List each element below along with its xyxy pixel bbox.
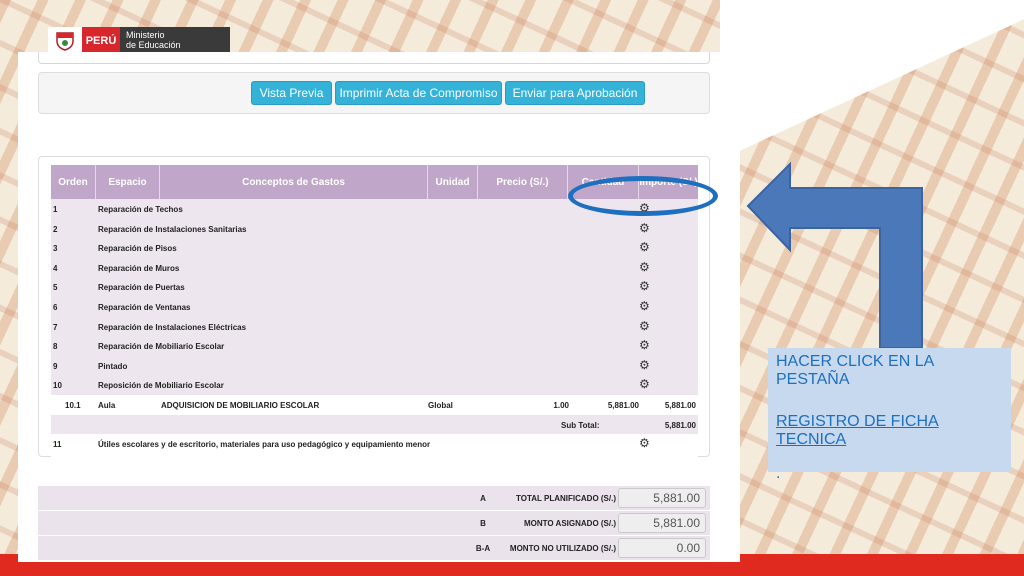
- unused-amount-row: B-A MONTO NO UTILIZADO (S/.) 0.00: [38, 536, 710, 560]
- assigned-amount-row: B MONTO ASIGNADO (S/.) 5,881.00: [38, 511, 710, 535]
- gear-icon[interactable]: ⚙: [639, 300, 650, 312]
- table-row: 8 Reparación de Mobiliario Escolar ⚙: [51, 336, 698, 356]
- gear-icon[interactable]: ⚙: [639, 261, 650, 273]
- table-row: 9 Pintado ⚙: [51, 356, 698, 376]
- total-label: TOTAL PLANIFICADO (S/.): [516, 494, 616, 503]
- row-concept: Reparación de Techos: [98, 205, 183, 214]
- row-concept: Reposición de Mobiliario Escolar: [98, 381, 224, 391]
- row-order: 2: [53, 224, 58, 234]
- subtotal-value: 5,881.00: [664, 420, 696, 430]
- detail-concept: ADQUISICION DE MOBILIARIO ESCOLAR: [161, 400, 320, 410]
- table-body: 1 Reparación de Techos ⚙ 2 Reparación de…: [51, 199, 698, 458]
- total-code: B-A: [475, 544, 491, 553]
- gear-icon[interactable]: ⚙: [639, 222, 650, 234]
- detail-unit: Global: [428, 400, 453, 410]
- row-order: 11: [53, 440, 62, 450]
- toolbar: Vista Previa Imprimir Acta de Compromiso…: [38, 72, 710, 114]
- detail-space: Aula: [98, 400, 116, 410]
- callout-line2: REGISTRO DE FICHA TECNICA: [776, 413, 939, 448]
- total-code: A: [480, 494, 486, 503]
- preview-button[interactable]: Vista Previa: [251, 81, 332, 105]
- column-header-unidad: Unidad: [428, 165, 478, 199]
- peru-shield-icon: [48, 27, 82, 54]
- row-concept: Reparación de Puertas: [98, 283, 185, 293]
- print-commitment-button[interactable]: Imprimir Acta de Compromiso: [335, 81, 502, 105]
- column-header-conceptos: Conceptos de Gastos: [160, 165, 428, 199]
- callout-line1: HACER CLICK EN LA PESTAÑA: [776, 353, 934, 388]
- total-code: B: [480, 519, 486, 528]
- row-order: 10: [53, 381, 62, 391]
- gear-icon[interactable]: ⚙: [639, 359, 650, 371]
- row-order: 4: [53, 263, 58, 273]
- table-row: 7 Reparación de Instalaciones Eléctricas…: [51, 317, 698, 337]
- subtotal-row: Sub Total: 5,881.00: [51, 414, 698, 435]
- column-header-espacio: Espacio: [96, 165, 160, 199]
- highlight-ellipse: [568, 176, 718, 216]
- detail-row: 10.1 Aula ADQUISICION DE MOBILIARIO ESCO…: [51, 394, 698, 415]
- row-concept: Útiles escolares y de escritorio, materi…: [98, 440, 431, 450]
- row-order: 5: [53, 283, 58, 293]
- detail-price: 5,881.00: [607, 400, 639, 410]
- gear-icon[interactable]: ⚙: [639, 437, 650, 449]
- detail-amount: 5,881.00: [664, 400, 696, 410]
- logo-ministry-line2: de Educación: [126, 40, 181, 50]
- subtotal-label: Sub Total:: [561, 420, 600, 430]
- total-label: MONTO NO UTILIZADO (S/.): [509, 544, 616, 553]
- pointer-arrow-icon: [746, 161, 923, 349]
- row-concept: Reparación de Instalaciones Sanitarias: [98, 224, 247, 234]
- ministry-logo: PERÚ Ministerio de Educación: [48, 27, 230, 54]
- table-row: 10 Reposición de Mobiliario Escolar ⚙: [51, 375, 698, 395]
- gear-icon[interactable]: ⚙: [639, 320, 650, 332]
- callout-line3: .: [776, 465, 781, 482]
- row-order: 7: [53, 322, 58, 332]
- row-order: 3: [53, 244, 58, 254]
- table-row: 5 Reparación de Puertas ⚙: [51, 277, 698, 297]
- logo-ministry-line1: Ministerio: [126, 30, 165, 40]
- table-row: 2 Reparación de Instalaciones Sanitarias…: [51, 219, 698, 239]
- column-header-precio: Precio (S/.): [478, 165, 568, 199]
- previous-panel-edge: [38, 52, 710, 64]
- row-concept: Reparación de Mobiliario Escolar: [98, 342, 225, 352]
- assigned-amount-field[interactable]: 5,881.00: [618, 513, 706, 533]
- totals-section: A TOTAL PLANIFICADO (S/.) 5,881.00 B MON…: [38, 486, 710, 561]
- unused-amount-field[interactable]: 0.00: [618, 538, 706, 558]
- detail-quantity: 1.00: [553, 400, 569, 410]
- send-approval-button[interactable]: Enviar para Aprobación: [505, 81, 645, 105]
- gear-icon[interactable]: ⚙: [639, 241, 650, 253]
- total-label: MONTO ASIGNADO (S/.): [524, 519, 616, 528]
- row-concept: Reparación de Instalaciones Eléctricas: [98, 322, 247, 332]
- column-header-orden: Orden: [51, 165, 96, 199]
- table-row: 11 Útiles escolares y de escritorio, mat…: [51, 434, 698, 458]
- row-concept: Reparación de Pisos: [98, 244, 177, 254]
- row-concept: Reparación de Ventanas: [98, 302, 191, 312]
- table-row: 4 Reparación de Muros ⚙: [51, 258, 698, 278]
- gear-icon[interactable]: ⚙: [639, 378, 650, 390]
- table-row: 3 Reparación de Pisos ⚙: [51, 238, 698, 258]
- logo-ministry: Ministerio de Educación: [120, 27, 230, 54]
- table-row: 6 Reparación de Ventanas ⚙: [51, 297, 698, 317]
- row-order: 9: [53, 361, 58, 371]
- instruction-callout: HACER CLICK EN LA PESTAÑA REGISTRO DE FI…: [768, 348, 1011, 482]
- gear-icon[interactable]: ⚙: [639, 339, 650, 351]
- detail-order: 10.1: [65, 400, 81, 410]
- row-concept: Reparación de Muros: [98, 263, 180, 273]
- gear-icon[interactable]: ⚙: [639, 280, 650, 292]
- app-panel: Vista Previa Imprimir Acta de Compromiso…: [18, 52, 740, 562]
- row-order: 8: [53, 342, 58, 352]
- row-order: 6: [53, 302, 58, 312]
- row-order: 1: [53, 205, 58, 214]
- total-planned-row: A TOTAL PLANIFICADO (S/.) 5,881.00: [38, 486, 710, 510]
- row-concept: Pintado: [98, 361, 128, 371]
- total-planned-field[interactable]: 5,881.00: [618, 488, 706, 508]
- logo-country: PERÚ: [82, 27, 120, 54]
